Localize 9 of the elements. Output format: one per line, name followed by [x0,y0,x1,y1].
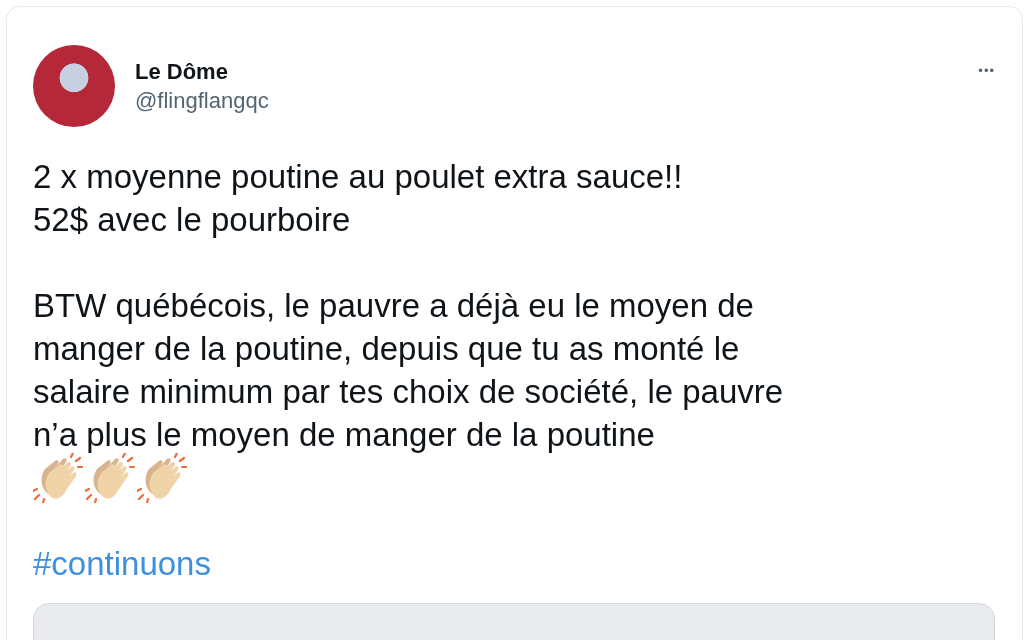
clapping-hands-icon [137,452,187,503]
author-name[interactable]: Le Dôme [135,59,959,85]
more-button[interactable]: ••• [978,63,995,78]
tweet-paragraph: BTW québécois, le pauvre a déjà eu le moyen de manger de la poutine, depuis que tu as monté le salaire minimum par tes choix de société, le pauvre n’a plus le moyen de manger de la poutine [33,286,785,455]
tweet-paragraph: 2 x moyenne poutine au poulet extra sauce!! 52$ avec le pourboire [33,157,684,240]
clapping-hands-icon [33,452,83,503]
hashtag-link[interactable]: #continuons [33,542,211,585]
author-handle[interactable]: @flingflangqc [135,88,959,114]
clapping-hands-icon [85,452,135,503]
